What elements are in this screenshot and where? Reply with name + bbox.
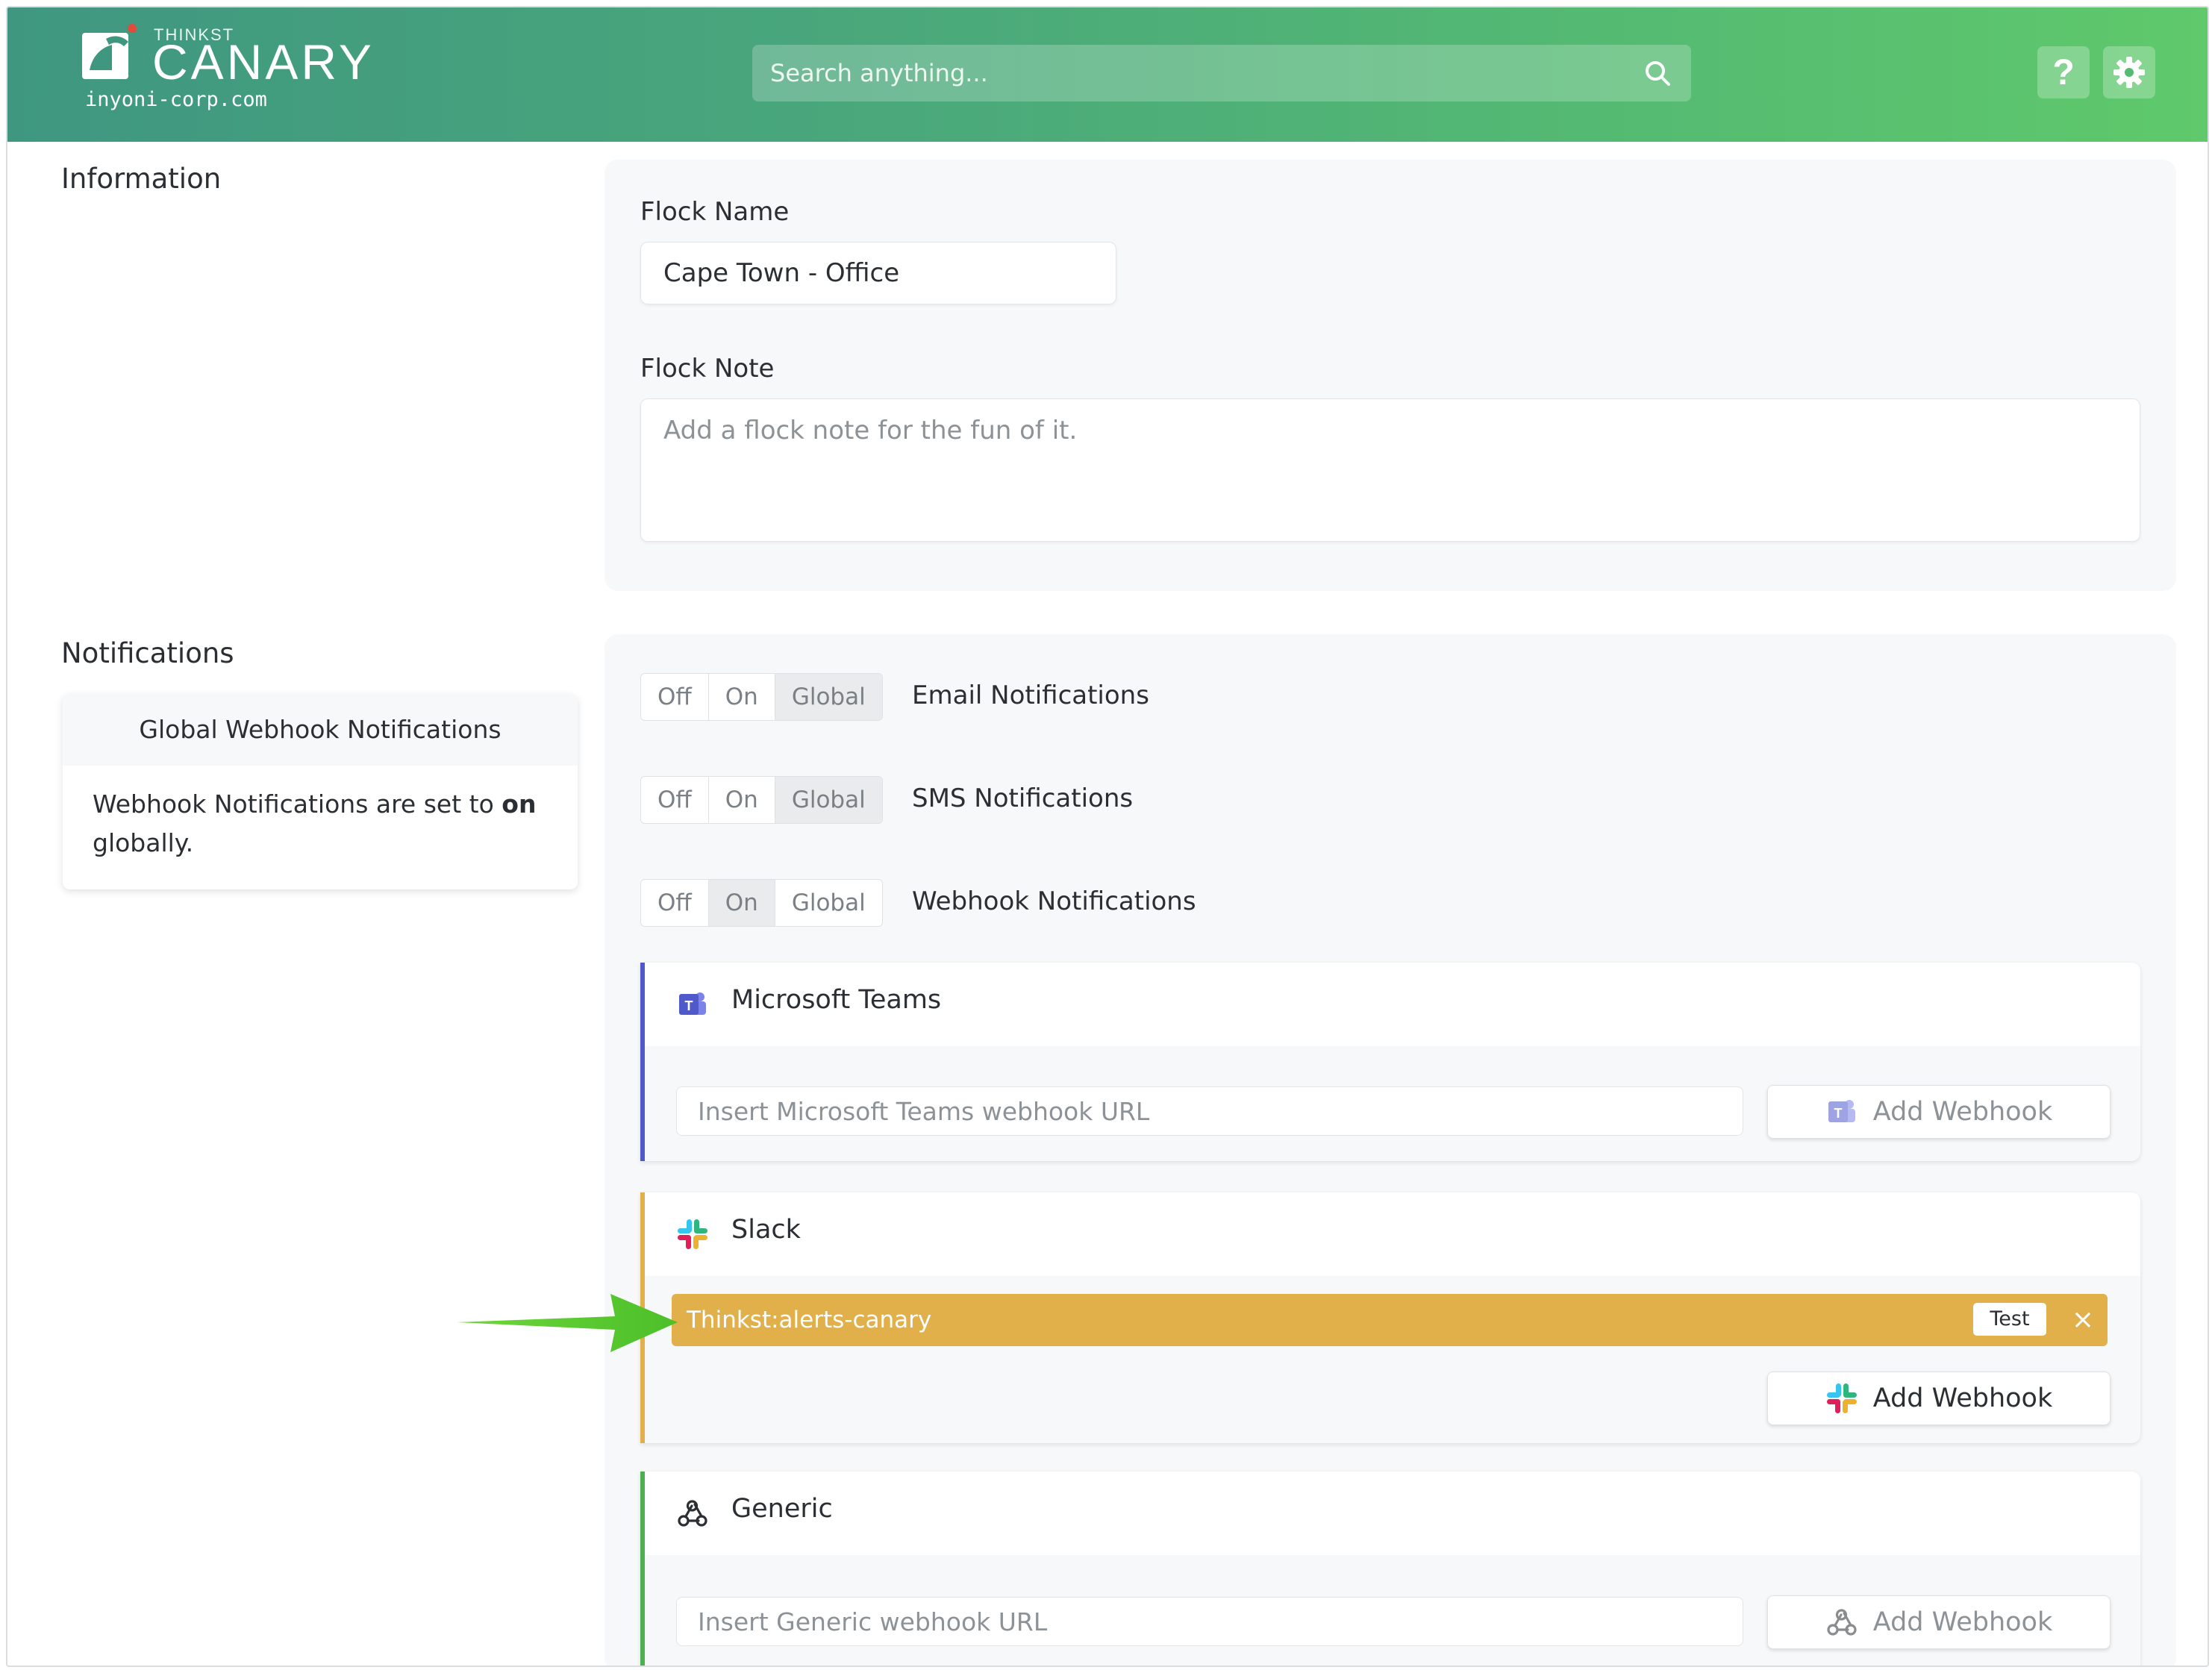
add-teams-webhook-label: Add Webhook bbox=[1872, 1097, 2053, 1127]
flock-note-label: Flock Note bbox=[640, 354, 775, 384]
slack-icon bbox=[678, 1219, 707, 1249]
sms-global-option[interactable]: Global bbox=[775, 777, 882, 823]
email-notifications-toggle: Off On Global bbox=[640, 673, 883, 721]
gear-icon bbox=[2113, 57, 2145, 88]
brand-name: CANARY bbox=[152, 34, 375, 90]
webhook-global-option[interactable]: Global bbox=[775, 880, 882, 926]
microsoft-teams-icon: T bbox=[679, 992, 706, 1015]
flock-name-label: Flock Name bbox=[640, 197, 790, 227]
generic-webhook-input[interactable] bbox=[676, 1597, 1743, 1646]
webhook-off-option[interactable]: Off bbox=[641, 880, 709, 926]
information-section-title: Information bbox=[61, 163, 222, 195]
slack-webhook-name: Thinkst:alerts-canary bbox=[687, 1307, 932, 1333]
close-icon[interactable]: × bbox=[2067, 1304, 2099, 1336]
microsoft-teams-accent-bar bbox=[640, 963, 645, 1161]
annotation-arrow-icon bbox=[457, 1294, 678, 1352]
microsoft-teams-icon: T bbox=[1828, 1100, 1855, 1122]
webhook-icon bbox=[1827, 1609, 1857, 1636]
email-global-option[interactable]: Global bbox=[775, 674, 882, 720]
test-webhook-button[interactable]: Test bbox=[1973, 1303, 2046, 1336]
flock-note-textarea[interactable] bbox=[640, 398, 2140, 542]
svg-text:T: T bbox=[1834, 1106, 1842, 1121]
help-button[interactable]: ? bbox=[2037, 46, 2090, 98]
add-generic-webhook-button[interactable]: Add Webhook bbox=[1767, 1595, 2111, 1649]
generic-header: Generic bbox=[640, 1472, 2140, 1555]
notifications-panel: Off On Global Email Notifications Off On… bbox=[604, 634, 2176, 1666]
global-webhook-card-title: Global Webhook Notifications bbox=[63, 694, 578, 766]
help-icon: ? bbox=[2052, 52, 2075, 93]
canary-logo-icon bbox=[82, 24, 137, 79]
add-generic-webhook-label: Add Webhook bbox=[1872, 1607, 2053, 1637]
generic-accent-bar bbox=[640, 1472, 645, 1666]
global-webhook-card-text: Webhook Notifications are set to on glob… bbox=[93, 789, 537, 857]
settings-button[interactable] bbox=[2103, 46, 2155, 98]
global-webhook-status: on bbox=[502, 789, 537, 819]
sms-on-option[interactable]: On bbox=[709, 777, 775, 823]
flock-name-input[interactable] bbox=[640, 242, 1116, 304]
microsoft-teams-webhook-input[interactable] bbox=[676, 1086, 1743, 1136]
add-slack-webhook-button[interactable]: Add Webhook bbox=[1767, 1372, 2111, 1425]
microsoft-teams-title: Microsoft Teams bbox=[731, 985, 942, 1015]
account-domain: inyoni-corp.com bbox=[85, 88, 267, 111]
search-input[interactable] bbox=[752, 45, 1628, 101]
sms-notifications-label: SMS Notifications bbox=[912, 784, 1134, 813]
sms-off-option[interactable]: Off bbox=[641, 777, 709, 823]
webhook-icon bbox=[678, 1500, 707, 1527]
svg-text:T: T bbox=[685, 998, 693, 1013]
generic-webhook-integration: Generic Add Webhook bbox=[640, 1472, 2140, 1666]
slack-title: Slack bbox=[731, 1215, 801, 1245]
email-notifications-label: Email Notifications bbox=[912, 681, 1149, 710]
microsoft-teams-integration: T Microsoft Teams T Add Webhook bbox=[640, 963, 2140, 1161]
notifications-section-title: Notifications bbox=[61, 637, 234, 669]
microsoft-teams-header: T Microsoft Teams bbox=[640, 963, 2140, 1046]
slack-icon bbox=[1826, 1383, 1857, 1413]
search-box bbox=[752, 45, 1691, 101]
add-slack-webhook-label: Add Webhook bbox=[1872, 1383, 2053, 1413]
webhook-on-option[interactable]: On bbox=[708, 880, 775, 926]
slack-integration: Slack Thinkst:alerts-canary Test × Add W… bbox=[640, 1192, 2140, 1443]
sms-notifications-toggle: Off On Global bbox=[640, 776, 883, 824]
slack-header: Slack bbox=[640, 1192, 2140, 1276]
webhook-notifications-toggle: Off On Global bbox=[640, 879, 883, 927]
information-panel: Flock Name Flock Note bbox=[604, 160, 2176, 591]
email-off-option[interactable]: Off bbox=[641, 674, 709, 720]
slack-webhook-row: Thinkst:alerts-canary Test × bbox=[672, 1294, 2108, 1346]
add-teams-webhook-button[interactable]: T Add Webhook bbox=[1767, 1085, 2111, 1139]
search-icon[interactable] bbox=[1643, 59, 1672, 87]
global-webhook-card: Global Webhook Notifications Webhook Not… bbox=[63, 694, 578, 889]
email-on-option[interactable]: On bbox=[709, 674, 775, 720]
generic-title: Generic bbox=[731, 1494, 833, 1524]
webhook-notifications-label: Webhook Notifications bbox=[912, 886, 1196, 916]
app-window: THINKST CANARY inyoni-corp.com ? bbox=[6, 6, 2209, 1667]
top-bar: THINKST CANARY inyoni-corp.com ? bbox=[7, 7, 2208, 142]
